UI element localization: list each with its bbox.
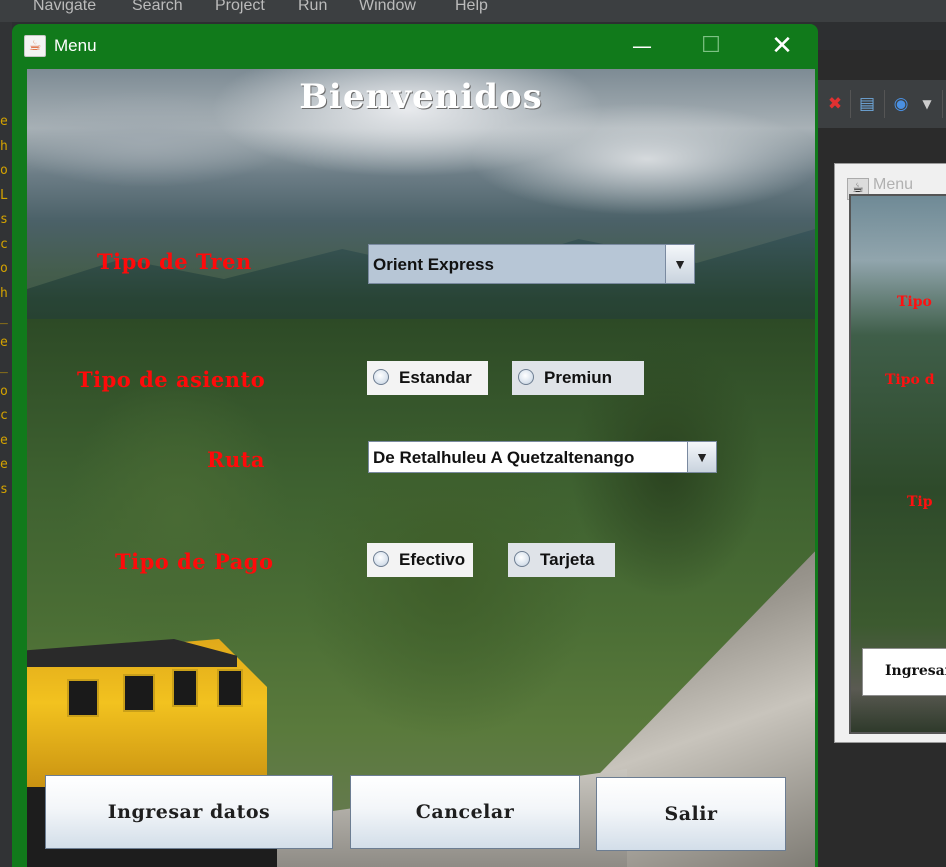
train-window bbox=[123, 674, 155, 712]
seat-estandar-radio[interactable]: Estandar bbox=[367, 361, 488, 395]
ide-menu-window[interactable]: Window bbox=[359, 0, 416, 15]
train-window bbox=[67, 679, 99, 717]
ide-menu-search[interactable]: Search bbox=[132, 0, 183, 15]
exit-button[interactable]: Salir bbox=[596, 777, 786, 851]
form-content: Bienvenidos Tipo de Tren Orient Express … bbox=[27, 69, 815, 867]
ide-tree-fragment: e bbox=[0, 114, 8, 129]
preview-label-payment: Tip bbox=[907, 494, 933, 510]
seat-premiun-radio[interactable]: Premiun bbox=[512, 361, 644, 395]
ide-tree-fragment: o bbox=[0, 261, 8, 276]
ide-menu-project[interactable]: Project bbox=[215, 0, 265, 15]
globe-icon[interactable]: ◉ bbox=[890, 93, 912, 115]
ide-tree-fragment: c bbox=[0, 408, 8, 423]
ide-menubar: Navigate Search Project Run Window Help bbox=[0, 0, 946, 22]
ide-tree-fragment: h bbox=[0, 285, 8, 301]
radio-circle-icon[interactable] bbox=[373, 369, 389, 385]
payment-tarjeta-label: Tarjeta bbox=[540, 550, 595, 569]
preview-enter-button[interactable]: Ingresar datos bbox=[862, 648, 946, 696]
ide-tree-fragment: c bbox=[0, 236, 8, 252]
menu-window: ☕ Menu — ☐ ✕ Bienvenidos Tipo de Tren Or… bbox=[12, 24, 818, 867]
radio-circle-icon[interactable] bbox=[373, 551, 389, 567]
preview-title: Menu bbox=[873, 176, 914, 193]
minimize-button[interactable]: — bbox=[627, 32, 657, 60]
console-icon[interactable]: ▤ bbox=[856, 93, 878, 115]
chevron-down-icon[interactable]: ▼ bbox=[916, 93, 938, 115]
title-bar[interactable]: ☕ Menu — ☐ ✕ bbox=[12, 24, 818, 69]
radio-circle-icon[interactable] bbox=[518, 369, 534, 385]
payment-type-label: Tipo de Pago bbox=[115, 549, 274, 574]
ide-tree-fragment: e bbox=[0, 457, 8, 472]
preview-label-seat: Tipo d bbox=[885, 372, 935, 388]
seat-premiun-label: Premiun bbox=[544, 368, 613, 387]
seat-estandar-label: Estandar bbox=[399, 368, 472, 387]
radio-circle-icon[interactable] bbox=[514, 551, 530, 567]
maximize-button[interactable]: ☐ bbox=[696, 32, 726, 60]
ide-tree-fragment: h bbox=[0, 138, 8, 154]
train-type-selected: Orient Express bbox=[373, 255, 494, 274]
toolbar-separator bbox=[942, 90, 943, 118]
payment-efectivo-radio[interactable]: Efectivo bbox=[367, 543, 473, 577]
route-dropdown[interactable]: De Retalhuleu A Quetzaltenango ▼ bbox=[368, 441, 717, 473]
payment-efectivo-label: Efectivo bbox=[399, 550, 466, 569]
preview-label-train: Tipo bbox=[897, 294, 932, 310]
chevron-down-icon[interactable]: ▼ bbox=[665, 245, 694, 283]
ide-project-tree: e h o L s c o h _ e _ o c e e s bbox=[0, 110, 12, 502]
ide-tree-fragment: s bbox=[0, 212, 8, 227]
java-icon: ☕ bbox=[24, 35, 46, 57]
ide-tree-fragment: o bbox=[0, 383, 8, 399]
route-selected: De Retalhuleu A Quetzaltenango bbox=[373, 448, 635, 467]
ide-menu-navigate[interactable]: Navigate bbox=[33, 0, 96, 15]
ide-tree-fragment: o bbox=[0, 163, 8, 178]
ide-toolbar: ✖ ▤ ◉ ▼ bbox=[816, 80, 946, 128]
toolbar-separator bbox=[884, 90, 885, 118]
seat-type-label: Tipo de asiento bbox=[77, 367, 266, 392]
ide-tree-fragment: e bbox=[0, 334, 8, 350]
train-type-label: Tipo de Tren bbox=[97, 249, 252, 274]
ide-tree-fragment: L bbox=[0, 187, 8, 203]
route-label: Ruta bbox=[207, 447, 266, 472]
stop-icon[interactable]: ✖ bbox=[824, 93, 846, 115]
cancel-button[interactable]: Cancelar bbox=[350, 775, 580, 849]
ide-tree-fragment: _ bbox=[0, 310, 8, 325]
ide-menu-help[interactable]: Help bbox=[455, 0, 488, 15]
ide-tree-fragment: s bbox=[0, 481, 8, 497]
ide-menu-run[interactable]: Run bbox=[298, 0, 327, 15]
ide-tree-fragment: _ bbox=[0, 359, 8, 374]
welcome-heading: Bienvenidos bbox=[299, 77, 543, 117]
chevron-down-icon[interactable]: ▼ bbox=[687, 442, 716, 472]
ide-tree-fragment: e bbox=[0, 432, 8, 448]
ide-project-panel: e h o L s c o h _ e _ o c e e s bbox=[0, 22, 12, 867]
train-type-dropdown[interactable]: Orient Express ▼ bbox=[368, 244, 695, 284]
payment-tarjeta-radio[interactable]: Tarjeta bbox=[508, 543, 615, 577]
train-window bbox=[172, 669, 198, 707]
window-title: Menu bbox=[54, 36, 97, 55]
close-button[interactable]: ✕ bbox=[767, 32, 797, 60]
enter-data-button[interactable]: Ingresar datos bbox=[45, 775, 333, 849]
train-window bbox=[217, 669, 243, 707]
toolbar-separator bbox=[850, 90, 851, 118]
